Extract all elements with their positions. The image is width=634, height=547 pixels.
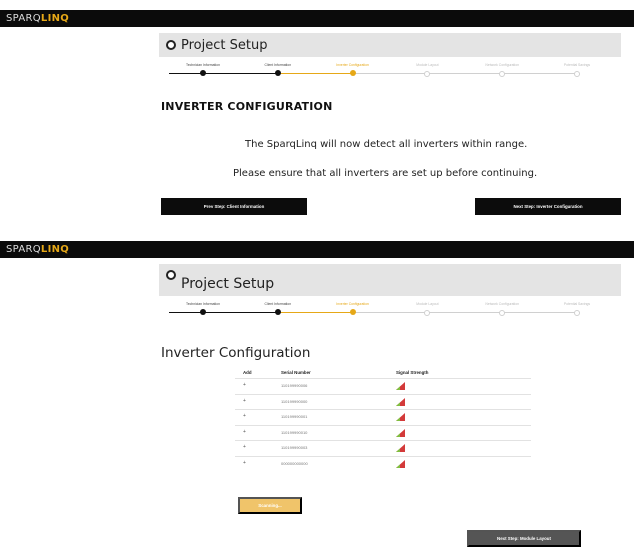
- stepper-label[interactable]: Client Information: [265, 302, 292, 306]
- stepper-dot: [274, 70, 281, 76]
- logo-text-right: LINQ: [40, 13, 70, 24]
- stepper-connector: [169, 312, 203, 313]
- table-row: +110199990006: [235, 378, 531, 395]
- next-step-button[interactable]: Next Step: Inverter Configuration: [475, 198, 621, 215]
- signal-strength-icon: [396, 397, 405, 406]
- stepper-dot: [200, 70, 206, 76]
- progress-stepper: Technician Information Client Information…: [163, 300, 617, 322]
- stepper-connector: [203, 312, 278, 313]
- stepper-label[interactable]: Inverter Configuration: [336, 63, 369, 67]
- stepper-connector: [427, 73, 503, 74]
- progress-stepper: Technician Information Client Information…: [163, 61, 617, 83]
- stepper-dot: [349, 309, 356, 315]
- stepper-dot: [499, 71, 506, 77]
- column-header-add: Add: [243, 370, 252, 375]
- stepper-label[interactable]: Network Configuration: [485, 63, 519, 67]
- stepper-dot: [574, 71, 580, 77]
- signal-strength-icon: [396, 444, 405, 452]
- stepper-label[interactable]: Client Information: [265, 63, 292, 67]
- signal-strength-icon: [396, 413, 405, 421]
- stepper-label[interactable]: Potential Savings: [564, 63, 590, 67]
- stepper-label[interactable]: Inverter Configuration: [336, 302, 369, 306]
- stepper-connector: [169, 73, 203, 74]
- add-inverter-icon[interactable]: +: [243, 413, 246, 419]
- stepper-dot: [574, 310, 580, 316]
- stepper-connector: [277, 73, 353, 74]
- top-bar: SPARQLINQ: [0, 10, 634, 27]
- stepper-label[interactable]: Potential Savings: [564, 302, 590, 306]
- project-ring-icon: [166, 40, 176, 50]
- column-header-serial: Serial Number: [281, 370, 311, 375]
- stepper-label[interactable]: Technician Information: [186, 302, 220, 306]
- section-title: Inverter Configuration: [161, 345, 311, 361]
- stepper-connector: [427, 312, 503, 313]
- top-bar: SPARQLINQ: [0, 241, 634, 258]
- prev-step-button[interactable]: Prev Step: Client Information: [161, 198, 307, 215]
- stepper-dot: [424, 71, 431, 77]
- column-header-signal: Signal Strength: [396, 370, 429, 375]
- app-logo[interactable]: SPARQLINQ: [6, 244, 69, 255]
- stepper-connector: [502, 312, 577, 313]
- logo-text-right: LINQ: [40, 244, 70, 255]
- stepper-label[interactable]: Module Layout: [416, 63, 438, 67]
- detect-message: The SparqLinq will now detect all invert…: [245, 139, 528, 150]
- project-ring-icon: [166, 270, 176, 280]
- table-row: +110199990000: [235, 393, 531, 411]
- stepper-label[interactable]: Network Configuration: [485, 302, 519, 306]
- stepper-label[interactable]: Technician Information: [186, 63, 220, 67]
- stepper-dot: [200, 309, 206, 315]
- add-inverter-icon[interactable]: +: [243, 460, 246, 466]
- signal-strength-icon: [396, 459, 405, 468]
- add-inverter-icon[interactable]: +: [243, 398, 246, 404]
- table-row: +110199990001: [235, 409, 531, 426]
- stepper-connector: [502, 73, 577, 74]
- stepper-connector: [277, 312, 353, 313]
- logo-text-left: SPARQ: [6, 244, 41, 255]
- stepper-label[interactable]: Module Layout: [416, 302, 438, 306]
- table-row: +110199990010: [235, 424, 531, 442]
- signal-strength-icon: [396, 428, 405, 437]
- scanning-button[interactable]: Scanning...: [238, 497, 302, 514]
- signal-strength-icon: [396, 382, 405, 390]
- project-setup-header: Project Setup: [159, 33, 621, 57]
- serial-number: 110199990003: [281, 445, 308, 450]
- serial-number: 110199990000: [281, 398, 308, 404]
- stepper-dot: [349, 70, 356, 76]
- app-logo[interactable]: SPARQLINQ: [6, 13, 69, 24]
- add-inverter-icon[interactable]: +: [243, 429, 246, 435]
- stepper-dot: [274, 309, 281, 315]
- serial-number: 110199990001: [281, 414, 308, 419]
- next-step-button[interactable]: Next Step: Module Layout: [467, 530, 581, 547]
- project-setup-header: Project Setup: [159, 264, 621, 296]
- ensure-message: Please ensure that all inverters are set…: [233, 168, 538, 179]
- serial-number: 000000000000: [281, 460, 308, 466]
- serial-number: 110199990010: [281, 429, 308, 435]
- logo-text-left: SPARQ: [6, 13, 41, 24]
- add-inverter-icon[interactable]: +: [243, 382, 246, 388]
- stepper-dot: [424, 310, 431, 316]
- add-inverter-icon[interactable]: +: [243, 444, 246, 450]
- stepper-connector: [203, 73, 278, 74]
- stepper-connector: [352, 312, 428, 313]
- stepper-connector: [352, 73, 428, 74]
- table-row: +110199990003: [235, 440, 531, 457]
- page-title: Project Setup: [181, 276, 275, 292]
- section-title: INVERTER CONFIGURATION: [161, 100, 333, 113]
- table-row: +000000000000: [235, 455, 531, 473]
- stepper-dot: [499, 310, 506, 316]
- page-title: Project Setup: [181, 38, 268, 53]
- serial-number: 110199990006: [281, 383, 308, 388]
